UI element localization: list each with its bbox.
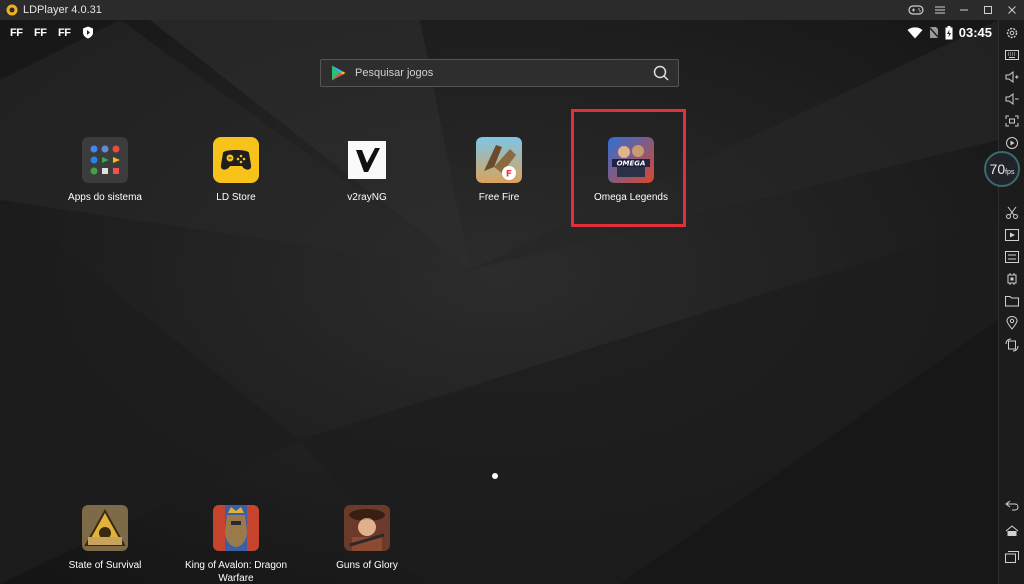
hamburger-icon bbox=[935, 6, 945, 14]
fps-unit: fps bbox=[1005, 168, 1015, 176]
keyboard-icon bbox=[1005, 50, 1019, 60]
keyboard-mapping-button[interactable] bbox=[1005, 48, 1019, 62]
close-icon bbox=[1008, 6, 1016, 14]
search-games-bar[interactable]: Pesquisar jogos bbox=[320, 59, 679, 87]
app-label: King of Avalon: Dragon Warfare bbox=[184, 560, 288, 584]
system-apps-folder-icon bbox=[82, 137, 128, 183]
close-button[interactable] bbox=[1000, 0, 1024, 20]
gamepad-button[interactable] bbox=[904, 0, 928, 20]
cpu-button[interactable] bbox=[1005, 272, 1019, 286]
wifi-icon bbox=[907, 26, 923, 38]
volume-down-icon bbox=[1005, 93, 1019, 105]
back-arrow-icon bbox=[1005, 500, 1019, 511]
ldplayer-logo-icon bbox=[6, 4, 18, 16]
search-placeholder: Pesquisar jogos bbox=[355, 67, 434, 79]
app-v2rayng[interactable]: v2rayNG bbox=[307, 137, 427, 204]
minimize-button[interactable] bbox=[952, 0, 976, 20]
app-label: Free Fire bbox=[478, 192, 520, 203]
battery-charging-icon bbox=[945, 25, 953, 39]
home-icon bbox=[1005, 525, 1019, 536]
screenshot-icon bbox=[1005, 115, 1019, 127]
volume-up-icon bbox=[1005, 71, 1019, 83]
menu-button[interactable] bbox=[928, 0, 952, 20]
back-button[interactable] bbox=[1005, 498, 1019, 512]
app-free-fire[interactable]: F Free Fire bbox=[439, 137, 559, 204]
state-of-survival-icon bbox=[82, 505, 128, 551]
free-fire-notification-icon: FF bbox=[58, 26, 71, 39]
vpn-shield-icon bbox=[83, 26, 93, 39]
app-apps-do-sistema[interactable]: Apps do sistema bbox=[45, 137, 165, 204]
google-play-icon bbox=[332, 65, 346, 81]
record-icon bbox=[1006, 137, 1018, 149]
rotate-button[interactable] bbox=[1005, 338, 1019, 352]
rotate-icon bbox=[1005, 338, 1019, 352]
app-king-of-avalon[interactable]: King of Avalon: Dragon Warfare bbox=[176, 505, 296, 584]
record-button[interactable] bbox=[1005, 136, 1019, 150]
page-indicator-dot bbox=[492, 473, 498, 479]
king-of-avalon-icon bbox=[213, 505, 259, 551]
title-bar: LDPlayer 4.0.31 bbox=[0, 0, 1024, 20]
app-label: LD Store bbox=[216, 192, 256, 203]
window-title: LDPlayer 4.0.31 bbox=[23, 4, 102, 16]
svg-text:F: F bbox=[506, 170, 512, 180]
status-bar: FF FF FF 03:45 bbox=[0, 20, 998, 46]
sync-icon bbox=[1005, 251, 1019, 263]
volume-down-button[interactable] bbox=[1005, 92, 1019, 106]
system-status: 03:45 bbox=[907, 25, 992, 40]
free-fire-icon: F bbox=[476, 137, 522, 183]
wallpaper bbox=[0, 20, 998, 584]
v2rayng-icon bbox=[344, 137, 390, 183]
maximize-button[interactable] bbox=[976, 0, 1000, 20]
free-fire-notification-icon: FF bbox=[34, 26, 47, 39]
video-button[interactable] bbox=[1005, 228, 1019, 242]
location-button[interactable] bbox=[1005, 316, 1019, 330]
scissors-icon bbox=[1006, 206, 1018, 219]
android-home-screen: FF FF FF 03:45 Pesquisar jogos Apps do s… bbox=[0, 20, 998, 584]
search-icon[interactable] bbox=[652, 64, 670, 82]
free-fire-notification-icon: FF bbox=[10, 26, 23, 39]
folder-button[interactable] bbox=[1005, 294, 1019, 308]
guns-of-glory-icon bbox=[344, 505, 390, 551]
app-label: Guns of Glory bbox=[336, 560, 398, 571]
selection-highlight-box bbox=[571, 109, 686, 227]
app-ld-store[interactable]: LD Store bbox=[176, 137, 296, 204]
video-icon bbox=[1005, 229, 1019, 241]
app-guns-of-glory[interactable]: Guns of Glory bbox=[307, 505, 427, 572]
maximize-icon bbox=[984, 6, 992, 14]
app-label: State of Survival bbox=[68, 560, 142, 571]
location-pin-icon bbox=[1006, 316, 1018, 330]
clock: 03:45 bbox=[958, 25, 992, 40]
minimize-icon bbox=[960, 9, 968, 11]
fps-counter[interactable]: 70 fps bbox=[984, 151, 1020, 187]
recent-apps-button[interactable] bbox=[1005, 550, 1019, 564]
fps-value: 70 bbox=[989, 161, 1006, 177]
home-button[interactable] bbox=[1005, 524, 1019, 538]
settings-button[interactable] bbox=[1005, 26, 1019, 40]
ld-store-icon bbox=[213, 137, 259, 183]
screenshot-button[interactable] bbox=[1005, 114, 1019, 128]
gamepad-icon bbox=[908, 5, 924, 15]
volume-up-button[interactable] bbox=[1005, 70, 1019, 84]
app-label: v2rayNG bbox=[347, 192, 387, 203]
notification-icons: FF FF FF bbox=[10, 26, 94, 39]
no-sim-icon bbox=[928, 26, 939, 39]
folder-icon bbox=[1005, 296, 1019, 307]
chip-icon bbox=[1007, 273, 1017, 285]
ldplayer-window: LDPlayer 4.0.31 FF FF FF 03:45 Pesquisar… bbox=[0, 0, 1024, 584]
app-label: Apps do sistema bbox=[68, 192, 142, 203]
emulator-side-toolbar bbox=[998, 20, 1024, 584]
gear-icon bbox=[1006, 27, 1018, 39]
sync-button[interactable] bbox=[1005, 250, 1019, 264]
app-state-of-survival[interactable]: State of Survival bbox=[45, 505, 165, 572]
window-controls bbox=[904, 0, 1024, 20]
scissors-button[interactable] bbox=[1005, 206, 1019, 220]
recent-apps-icon bbox=[1005, 551, 1019, 563]
